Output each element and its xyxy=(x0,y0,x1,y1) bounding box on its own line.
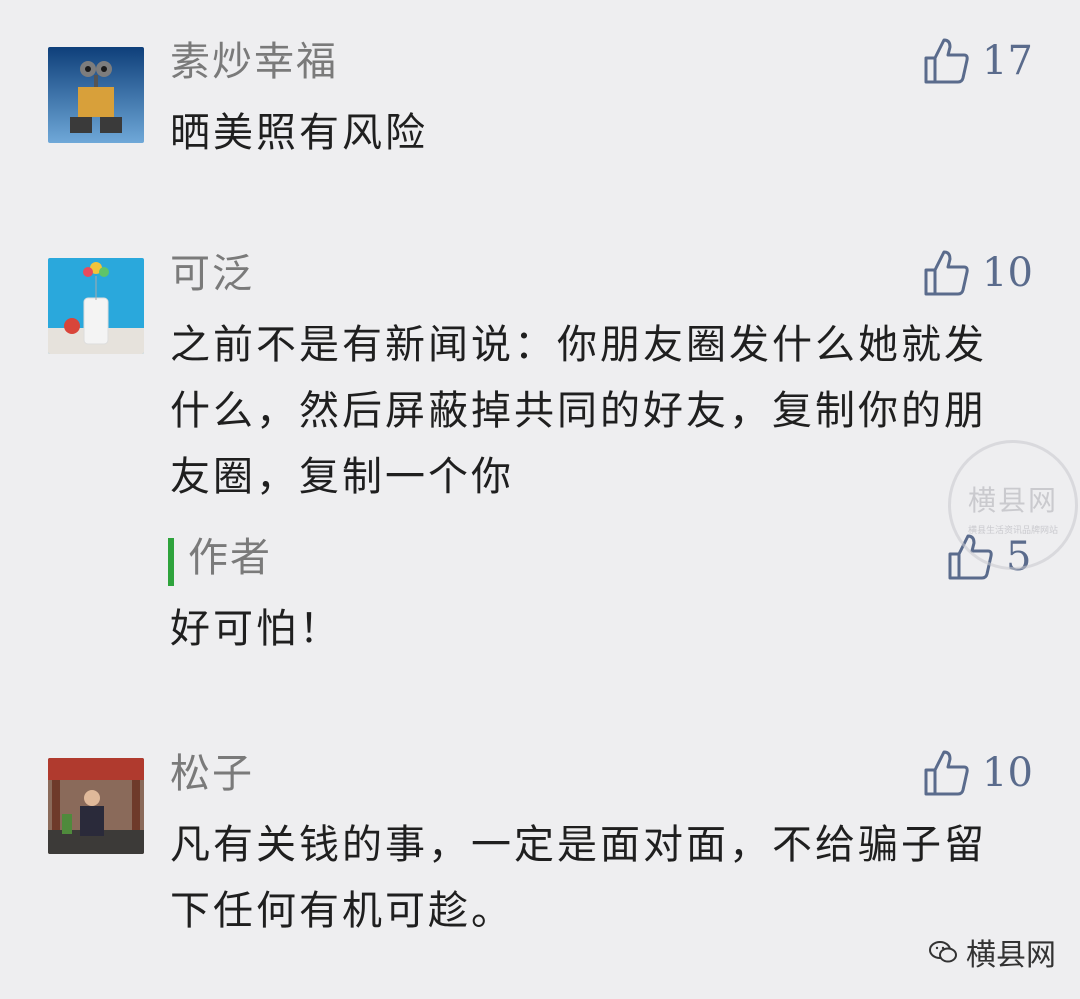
reply-text: 好可怕！ xyxy=(170,606,342,652)
brand-name: 横县网 xyxy=(966,938,1056,973)
like-button[interactable]: 10 xyxy=(922,248,1033,298)
like-count: 10 xyxy=(982,750,1033,796)
avatar[interactable] xyxy=(48,258,144,354)
like-count: 17 xyxy=(982,38,1033,84)
comment-text: 晒美照有风险 xyxy=(170,110,428,156)
thumbs-up-icon xyxy=(924,250,969,296)
comment-text: 之前不是有新闻说：你朋友圈发什么她就发什么，然后屏蔽掉共同的好友，复制你的朋友圈… xyxy=(170,322,987,500)
wechat-icon xyxy=(929,941,957,963)
comment-author[interactable]: 松子 xyxy=(170,750,254,798)
avatar[interactable] xyxy=(48,47,144,143)
thumbs-up-icon xyxy=(924,750,969,796)
thumbs-up-icon xyxy=(924,38,969,84)
comment-text: 凡有关钱的事，一定是面对面，不给骗子留下任何有机可趁。 xyxy=(170,822,987,934)
reply-author: 作者 xyxy=(188,535,272,581)
comment-author[interactable]: 可泛 xyxy=(170,250,254,298)
watermark-title: 横县网 xyxy=(967,484,1058,517)
watermark-stamp: 横县网 横县生活资讯品牌网站 xyxy=(948,440,1078,570)
watermark-subtitle: 横县生活资讯品牌网站 xyxy=(967,526,1058,536)
like-button[interactable]: 10 xyxy=(922,748,1033,798)
brand-footer: 横县网 xyxy=(928,930,1056,974)
reply-indicator xyxy=(168,538,174,586)
comment-author[interactable]: 素炒幸福 xyxy=(170,38,338,86)
like-button[interactable]: 17 xyxy=(922,36,1033,86)
avatar[interactable] xyxy=(48,758,144,854)
like-count: 10 xyxy=(982,250,1033,296)
